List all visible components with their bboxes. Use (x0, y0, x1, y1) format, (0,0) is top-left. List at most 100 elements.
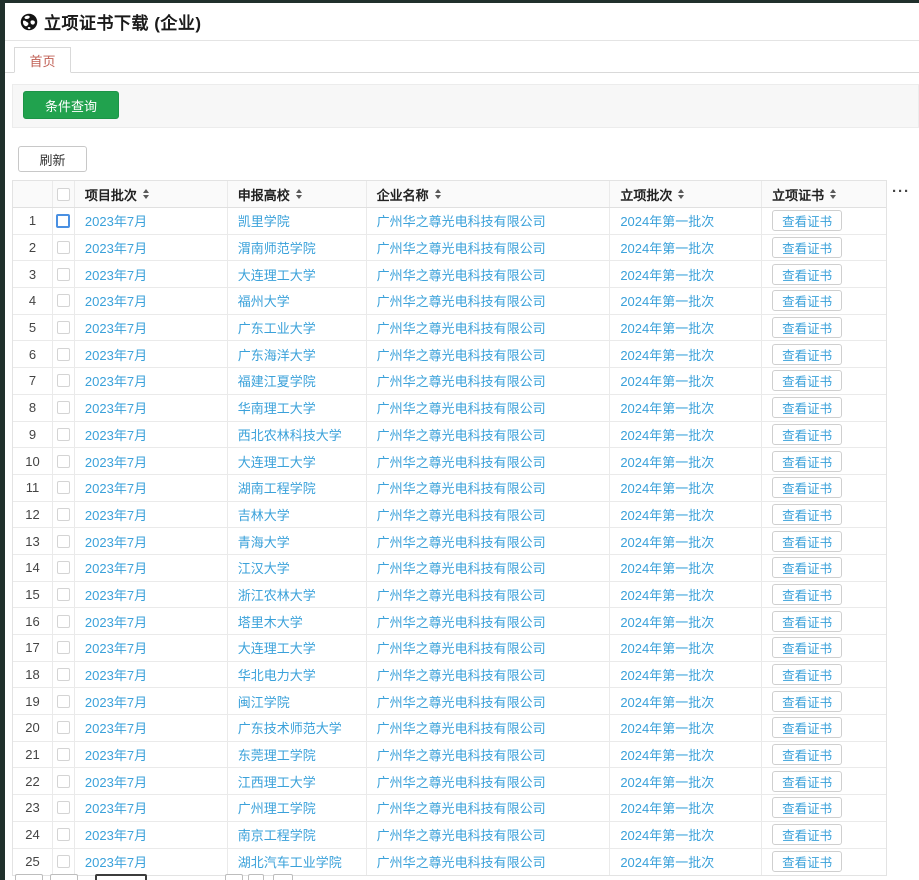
view-certificate-button[interactable]: 查看证书 (772, 237, 842, 258)
view-certificate-button[interactable]: 查看证书 (772, 664, 842, 685)
header-university[interactable]: 申报高校 (228, 181, 367, 207)
row-checkbox[interactable] (57, 775, 70, 788)
approval-batch-cell: 2024年第一批次 (610, 635, 762, 661)
row-checkbox-cell (53, 315, 75, 341)
view-certificate-button[interactable]: 查看证书 (772, 504, 842, 525)
pager-prev-button[interactable] (50, 874, 78, 880)
view-certificate-button[interactable]: 查看证书 (772, 424, 842, 445)
table-row: 232023年7月广州理工学院广州华之尊光电科技有限公司2024年第一批次查看证… (13, 795, 886, 822)
certificate-cell: 查看证书 (762, 528, 886, 554)
view-certificate-button[interactable]: 查看证书 (772, 771, 842, 792)
row-checkbox[interactable] (57, 721, 70, 734)
project-batch-cell: 2023年7月 (75, 208, 228, 234)
row-checkbox[interactable] (57, 561, 70, 574)
project-batch-cell: 2023年7月 (75, 528, 228, 554)
refresh-button[interactable]: 刷新 (18, 146, 87, 172)
row-number-cell: 19 (13, 688, 53, 714)
row-number-cell: 11 (13, 475, 53, 501)
view-certificate-button[interactable]: 查看证书 (772, 584, 842, 605)
header-approval-batch[interactable]: 立项批次 (610, 181, 762, 207)
view-certificate-button[interactable]: 查看证书 (772, 611, 842, 632)
approval-batch-cell: 2024年第一批次 (610, 235, 762, 261)
view-certificate-button[interactable]: 查看证书 (772, 451, 842, 472)
view-certificate-button[interactable]: 查看证书 (772, 797, 842, 818)
row-checkbox[interactable] (57, 535, 70, 548)
row-checkbox[interactable] (57, 455, 70, 468)
view-certificate-button[interactable]: 查看证书 (772, 691, 842, 712)
pager-last-button[interactable] (248, 874, 264, 880)
row-checkbox[interactable] (57, 588, 70, 601)
row-checkbox[interactable] (57, 401, 70, 414)
condition-query-button[interactable]: 条件查询 (23, 91, 119, 119)
approval-batch-cell: 2024年第一批次 (610, 208, 762, 234)
sort-icon[interactable] (435, 189, 441, 199)
row-checkbox[interactable] (57, 668, 70, 681)
view-certificate-button[interactable]: 查看证书 (772, 370, 842, 391)
row-checkbox[interactable] (57, 695, 70, 708)
row-number-cell: 1 (13, 208, 53, 234)
row-checkbox[interactable] (57, 508, 70, 521)
row-checkbox[interactable] (57, 321, 70, 334)
university-cell: 华南理工大学 (228, 395, 367, 421)
view-certificate-button[interactable]: 查看证书 (772, 824, 842, 845)
select-all-checkbox[interactable] (57, 188, 70, 201)
pager-size-select[interactable] (273, 874, 293, 880)
row-checkbox[interactable] (57, 268, 70, 281)
row-checkbox[interactable] (57, 481, 70, 494)
view-certificate-button[interactable]: 查看证书 (772, 317, 842, 338)
company-cell: 广州华之尊光电科技有限公司 (367, 502, 611, 528)
view-certificate-button[interactable]: 查看证书 (772, 290, 842, 311)
view-certificate-button[interactable]: 查看证书 (772, 717, 842, 738)
sort-icon[interactable] (830, 189, 836, 199)
row-checkbox[interactable] (57, 294, 70, 307)
row-checkbox[interactable] (57, 241, 70, 254)
project-batch-cell: 2023年7月 (75, 395, 228, 421)
tab-home[interactable]: 首页 (14, 47, 71, 73)
header-project-batch[interactable]: 项目批次 (75, 181, 228, 207)
view-certificate-button[interactable]: 查看证书 (772, 397, 842, 418)
row-number-cell: 14 (13, 555, 53, 581)
row-checkbox[interactable] (57, 641, 70, 654)
university-cell: 江西理工大学 (228, 768, 367, 794)
row-checkbox[interactable] (57, 615, 70, 628)
view-certificate-button[interactable]: 查看证书 (772, 264, 842, 285)
sort-icon[interactable] (296, 189, 302, 199)
row-checkbox[interactable] (56, 214, 70, 228)
pager-page-input[interactable] (95, 874, 147, 880)
university-cell: 塔里木大学 (228, 608, 367, 634)
more-columns-button[interactable]: ··· (892, 183, 918, 203)
header-select-all[interactable] (53, 181, 75, 207)
sort-icon[interactable] (143, 189, 149, 199)
row-checkbox[interactable] (57, 855, 70, 868)
row-checkbox[interactable] (57, 374, 70, 387)
view-certificate-button[interactable]: 查看证书 (772, 744, 842, 765)
pager-first-button[interactable] (15, 874, 43, 880)
row-checkbox-cell (53, 608, 75, 634)
view-certificate-button[interactable]: 查看证书 (772, 210, 842, 231)
row-checkbox[interactable] (57, 348, 70, 361)
sort-icon[interactable] (678, 189, 684, 199)
approval-batch-cell: 2024年第一批次 (610, 368, 762, 394)
header-certificate[interactable]: 立项证书 (762, 181, 886, 207)
university-cell: 西北农林科技大学 (228, 422, 367, 448)
header-company[interactable]: 企业名称 (367, 181, 611, 207)
university-cell: 江汉大学 (228, 555, 367, 581)
table-row: 62023年7月广东海洋大学广州华之尊光电科技有限公司2024年第一批次查看证书 (13, 341, 886, 368)
certificate-cell: 查看证书 (762, 742, 886, 768)
view-certificate-button[interactable]: 查看证书 (772, 344, 842, 365)
row-checkbox[interactable] (57, 748, 70, 761)
approval-batch-cell: 2024年第一批次 (610, 662, 762, 688)
row-checkbox[interactable] (57, 428, 70, 441)
tab-bar-baseline (5, 72, 919, 73)
view-certificate-button[interactable]: 查看证书 (772, 637, 842, 658)
view-certificate-button[interactable]: 查看证书 (772, 477, 842, 498)
row-checkbox[interactable] (57, 828, 70, 841)
view-certificate-button[interactable]: 查看证书 (772, 557, 842, 578)
view-certificate-button[interactable]: 查看证书 (772, 851, 842, 872)
view-certificate-button[interactable]: 查看证书 (772, 531, 842, 552)
row-checkbox-cell (53, 395, 75, 421)
table-row: 192023年7月闽江学院广州华之尊光电科技有限公司2024年第一批次查看证书 (13, 688, 886, 715)
project-batch-cell: 2023年7月 (75, 235, 228, 261)
row-checkbox[interactable] (57, 801, 70, 814)
pager-next-button[interactable] (225, 874, 243, 880)
